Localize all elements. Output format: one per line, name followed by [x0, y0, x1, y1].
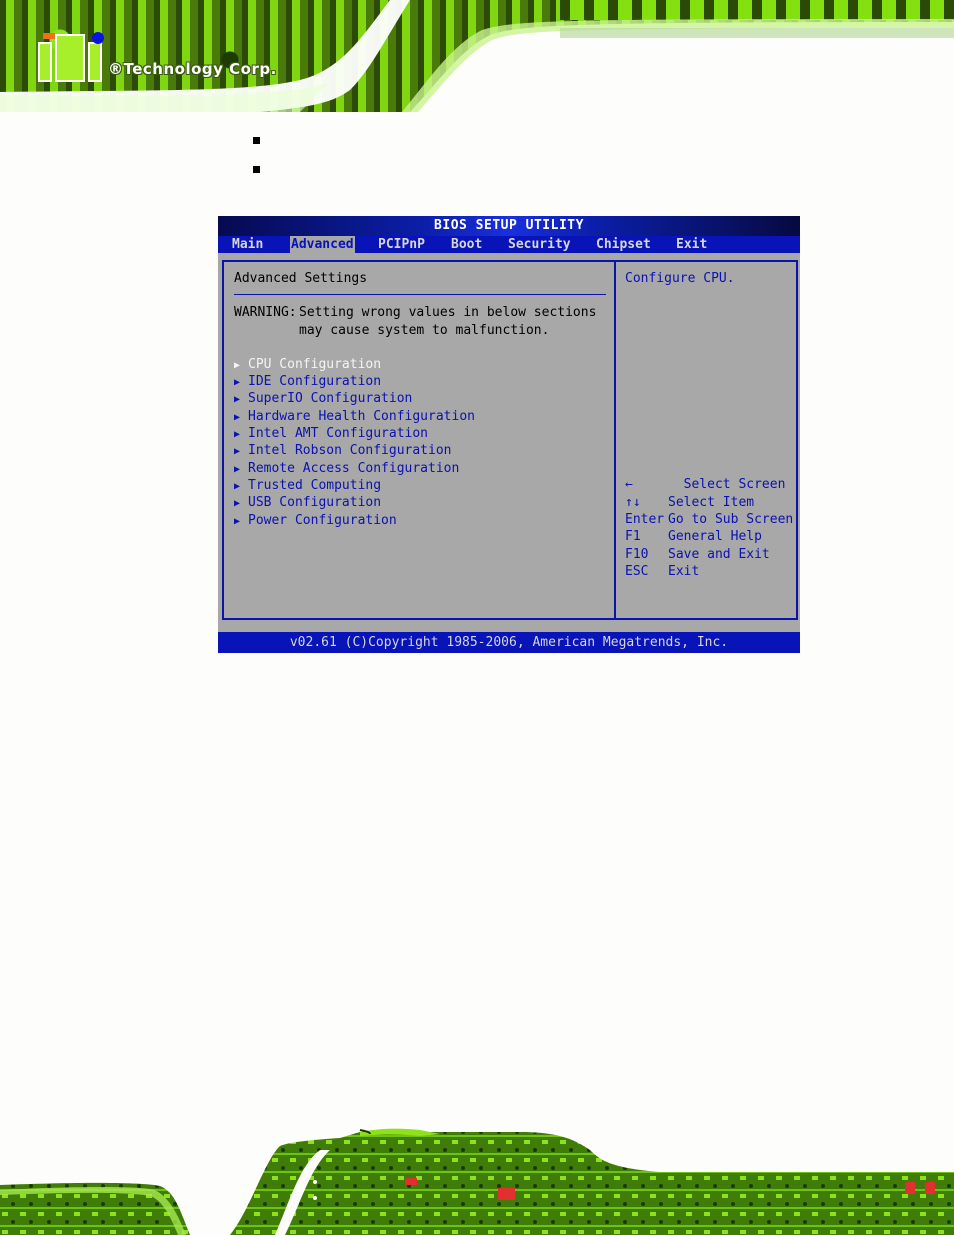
header-banner: ®Technology Corp.	[0, 0, 954, 112]
key-help-action: Exit	[668, 564, 700, 579]
tab-boot[interactable]: Boot	[450, 236, 483, 253]
logo-orange-mark	[43, 33, 55, 39]
section-title: Advanced Settings	[234, 271, 368, 286]
logo-letter-i	[38, 42, 52, 82]
submenu-arrow-icon: ▶	[234, 464, 241, 475]
divider	[234, 294, 606, 295]
submenu-arrow-icon: ▶	[234, 394, 241, 405]
warning-text-line1: Setting wrong values in below sections	[299, 305, 597, 320]
bios-copyright-footer: v02.61 (C)Copyright 1985-2006, American …	[218, 632, 800, 653]
submenu-arrow-icon: ▶	[234, 446, 241, 457]
menu-item-hardware-health-configuration[interactable]: ▶ Hardware Health Configuration	[234, 409, 475, 424]
key-help-action: Save and Exit	[668, 547, 770, 562]
key-help-select-item: ↑↓ Select Item	[625, 495, 754, 510]
esc-key: ESC	[625, 564, 649, 579]
menu-item-label: Trusted Computing	[248, 478, 382, 493]
menu-item-superio-configuration[interactable]: ▶ SuperIO Configuration	[234, 391, 412, 406]
menu-item-label: CPU Configuration	[248, 357, 382, 372]
bios-title: BIOS SETUP UTILITY	[218, 216, 800, 236]
white-sweep-decoration	[0, 0, 954, 112]
key-help-enter: Enter Go to Sub Screen	[625, 512, 793, 527]
submenu-arrow-icon: ▶	[234, 516, 241, 527]
menu-item-label: Intel AMT Configuration	[248, 426, 429, 441]
key-help-esc: ESC Exit	[625, 564, 699, 579]
key-help-action: Go to Sub Screen	[668, 512, 794, 527]
menu-item-label: IDE Configuration	[248, 374, 382, 389]
menu-item-remote-access-configuration[interactable]: ▶ Remote Access Configuration	[234, 461, 459, 476]
tab-pcipnp[interactable]: PCIPnP	[377, 236, 426, 253]
help-panel: Configure CPU. ← Select Screen ↑↓ Select …	[614, 260, 798, 620]
tab-security[interactable]: Security	[507, 236, 572, 253]
key-help-action: Select Screen	[668, 477, 786, 492]
footer-banner	[0, 1120, 954, 1235]
enter-key: Enter	[625, 512, 665, 527]
submenu-arrow-icon: ▶	[234, 429, 241, 440]
menu-item-label: USB Configuration	[248, 495, 382, 510]
logo-letter-i2	[88, 42, 102, 82]
menu-item-cpu-configuration[interactable]: ▶ CPU Configuration	[234, 357, 381, 372]
menu-item-ide-configuration[interactable]: ▶ IDE Configuration	[234, 374, 381, 389]
submenu-arrow-icon: ▶	[234, 360, 241, 371]
warning-text-line2: may cause system to malfunction.	[299, 323, 550, 338]
item-help-text: Configure CPU.	[625, 271, 735, 286]
f1-key: F1	[625, 529, 641, 544]
bullet-icon	[253, 166, 260, 173]
menu-item-label: Hardware Health Configuration	[248, 409, 475, 424]
logo-letter-e	[55, 34, 85, 82]
menu-item-trusted-computing[interactable]: ▶ Trusted Computing	[234, 478, 381, 493]
menu-item-usb-configuration[interactable]: ▶ USB Configuration	[234, 495, 381, 510]
key-help-select-screen: ← Select Screen	[625, 477, 785, 492]
circuit-board-footer-decoration	[0, 1120, 954, 1235]
key-help-f10: F10 Save and Exit	[625, 547, 770, 562]
bios-setup-screen: BIOS SETUP UTILITY Main Advanced PCIPnP …	[218, 216, 800, 653]
menu-item-label: Power Configuration	[248, 513, 397, 528]
menu-item-label: Remote Access Configuration	[248, 461, 460, 476]
tab-advanced[interactable]: Advanced	[290, 236, 355, 253]
submenu-arrow-icon: ▶	[234, 377, 241, 388]
logo-blue-dot	[92, 32, 104, 44]
company-name: ®Technology Corp.	[108, 60, 277, 78]
menu-item-label: Intel Robson Configuration	[248, 443, 452, 458]
tab-exit[interactable]: Exit	[675, 236, 708, 253]
f10-key: F10	[625, 547, 649, 562]
bios-menu-bar: Main Advanced PCIPnP Boot Security Chips…	[218, 236, 800, 253]
bios-body: Advanced Settings WARNING: Setting wrong…	[218, 253, 800, 633]
tab-main[interactable]: Main	[231, 236, 264, 253]
warning-label: WARNING:	[234, 305, 297, 320]
menu-item-power-configuration[interactable]: ▶ Power Configuration	[234, 513, 397, 528]
menu-item-label: SuperIO Configuration	[248, 391, 413, 406]
menu-item-intel-amt-configuration[interactable]: ▶ Intel AMT Configuration	[234, 426, 428, 441]
tab-chipset[interactable]: Chipset	[595, 236, 652, 253]
bullet-icon	[253, 137, 260, 144]
settings-panel: Advanced Settings WARNING: Setting wrong…	[222, 260, 614, 620]
left-right-arrow-key: ←	[625, 477, 633, 492]
menu-item-intel-robson-configuration[interactable]: ▶ Intel Robson Configuration	[234, 443, 452, 458]
submenu-arrow-icon: ▶	[234, 498, 241, 509]
submenu-arrow-icon: ▶	[234, 412, 241, 423]
key-help-f1: F1 General Help	[625, 529, 762, 544]
up-down-arrow-key: ↑↓	[625, 495, 641, 510]
key-help-action: General Help	[668, 529, 762, 544]
submenu-arrow-icon: ▶	[234, 481, 241, 492]
key-help-action: Select Item	[668, 495, 755, 510]
